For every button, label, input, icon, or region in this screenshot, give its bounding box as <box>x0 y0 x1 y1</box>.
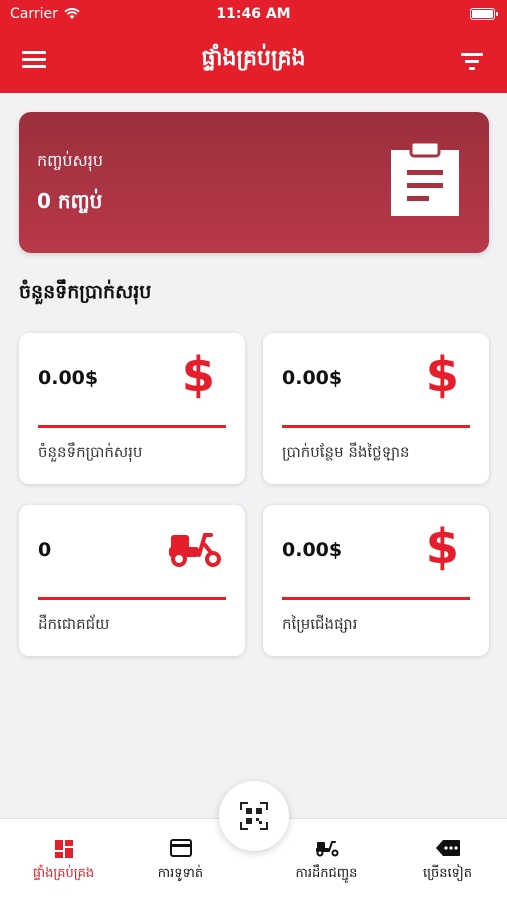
clipboard-icon <box>391 140 459 216</box>
dollar-icon: $ <box>425 347 459 403</box>
stat-divider <box>282 597 470 600</box>
qr-scan-button[interactable] <box>219 781 289 851</box>
stat-label: ចំនួនទឹកប្រាក់សរុប <box>38 443 143 461</box>
dollar-icon: $ <box>181 347 215 403</box>
tab-more[interactable]: ច្រើនទៀត <box>384 819 507 900</box>
dashboard-icon <box>54 840 73 858</box>
battery-icon <box>470 8 498 20</box>
status-time: 11:46 AM <box>216 6 291 22</box>
stat-value: 0.00$ <box>282 367 343 389</box>
stat-divider <box>282 425 470 428</box>
stat-card-total-amount[interactable]: 0.00$ $ ចំនួនទឹកប្រាក់សរុប <box>19 333 245 484</box>
stat-value: 0 <box>38 539 52 561</box>
package-summary-value: 0 កញ្ចប់ <box>37 189 103 213</box>
payment-card-icon <box>169 839 192 857</box>
tab-label: ច្រើនទៀត <box>422 866 472 881</box>
status-bar: Carrier 11:46 AM <box>0 0 507 30</box>
app-header: Carrier 11:46 AM ផ្ទាំងគ្រប់គ្រង <box>0 0 507 93</box>
stat-divider <box>38 597 226 600</box>
tab-label: ការទូទាត់ <box>157 866 204 881</box>
stat-value: 0.00$ <box>38 367 99 389</box>
tab-dashboard[interactable]: ផ្ទាំងគ្រប់គ្រង <box>0 819 127 900</box>
delivery-scooter-icon <box>169 533 221 567</box>
delivery-scooter-icon <box>315 841 338 857</box>
tab-label: ផ្ទាំងគ្រប់គ្រង <box>32 866 95 881</box>
stat-card-extra-fee[interactable]: 0.00$ $ ប្រាក់បន្ថែម នឹងថ្លៃឡាន <box>263 333 489 484</box>
page-title: ផ្ទាំងគ្រប់គ្រង <box>201 46 306 71</box>
stat-label: ដឹកជោគជ័យ <box>38 615 110 633</box>
tab-label: ការដឹកជញ្ជូន <box>295 866 358 881</box>
package-summary-card[interactable]: កញ្ចប់សរុប 0 កញ្ចប់ <box>19 112 489 253</box>
stat-card-market-commission[interactable]: 0.00$ $ កម្រៃជើងផ្សារ <box>263 505 489 656</box>
nav-bar: ផ្ទាំងគ្រប់គ្រង <box>0 36 507 82</box>
package-summary-label: កញ្ចប់សរុប <box>37 151 104 170</box>
dollar-icon: $ <box>425 519 459 575</box>
filter-icon[interactable] <box>461 50 485 70</box>
section-title-total-amount: ចំនួនទឹកប្រាក់សរុប <box>19 281 152 303</box>
stat-divider <box>38 425 226 428</box>
qr-scan-icon <box>240 802 268 830</box>
stat-label: ប្រាក់បន្ថែម នឹងថ្លៃឡាន <box>282 443 410 461</box>
more-tag-icon <box>435 840 460 856</box>
stat-value: 0.00$ <box>282 539 343 561</box>
stat-label: កម្រៃជើងផ្សារ <box>282 615 358 633</box>
stat-card-successful-delivery[interactable]: 0 ដឹកជោគជ័យ <box>19 505 245 656</box>
